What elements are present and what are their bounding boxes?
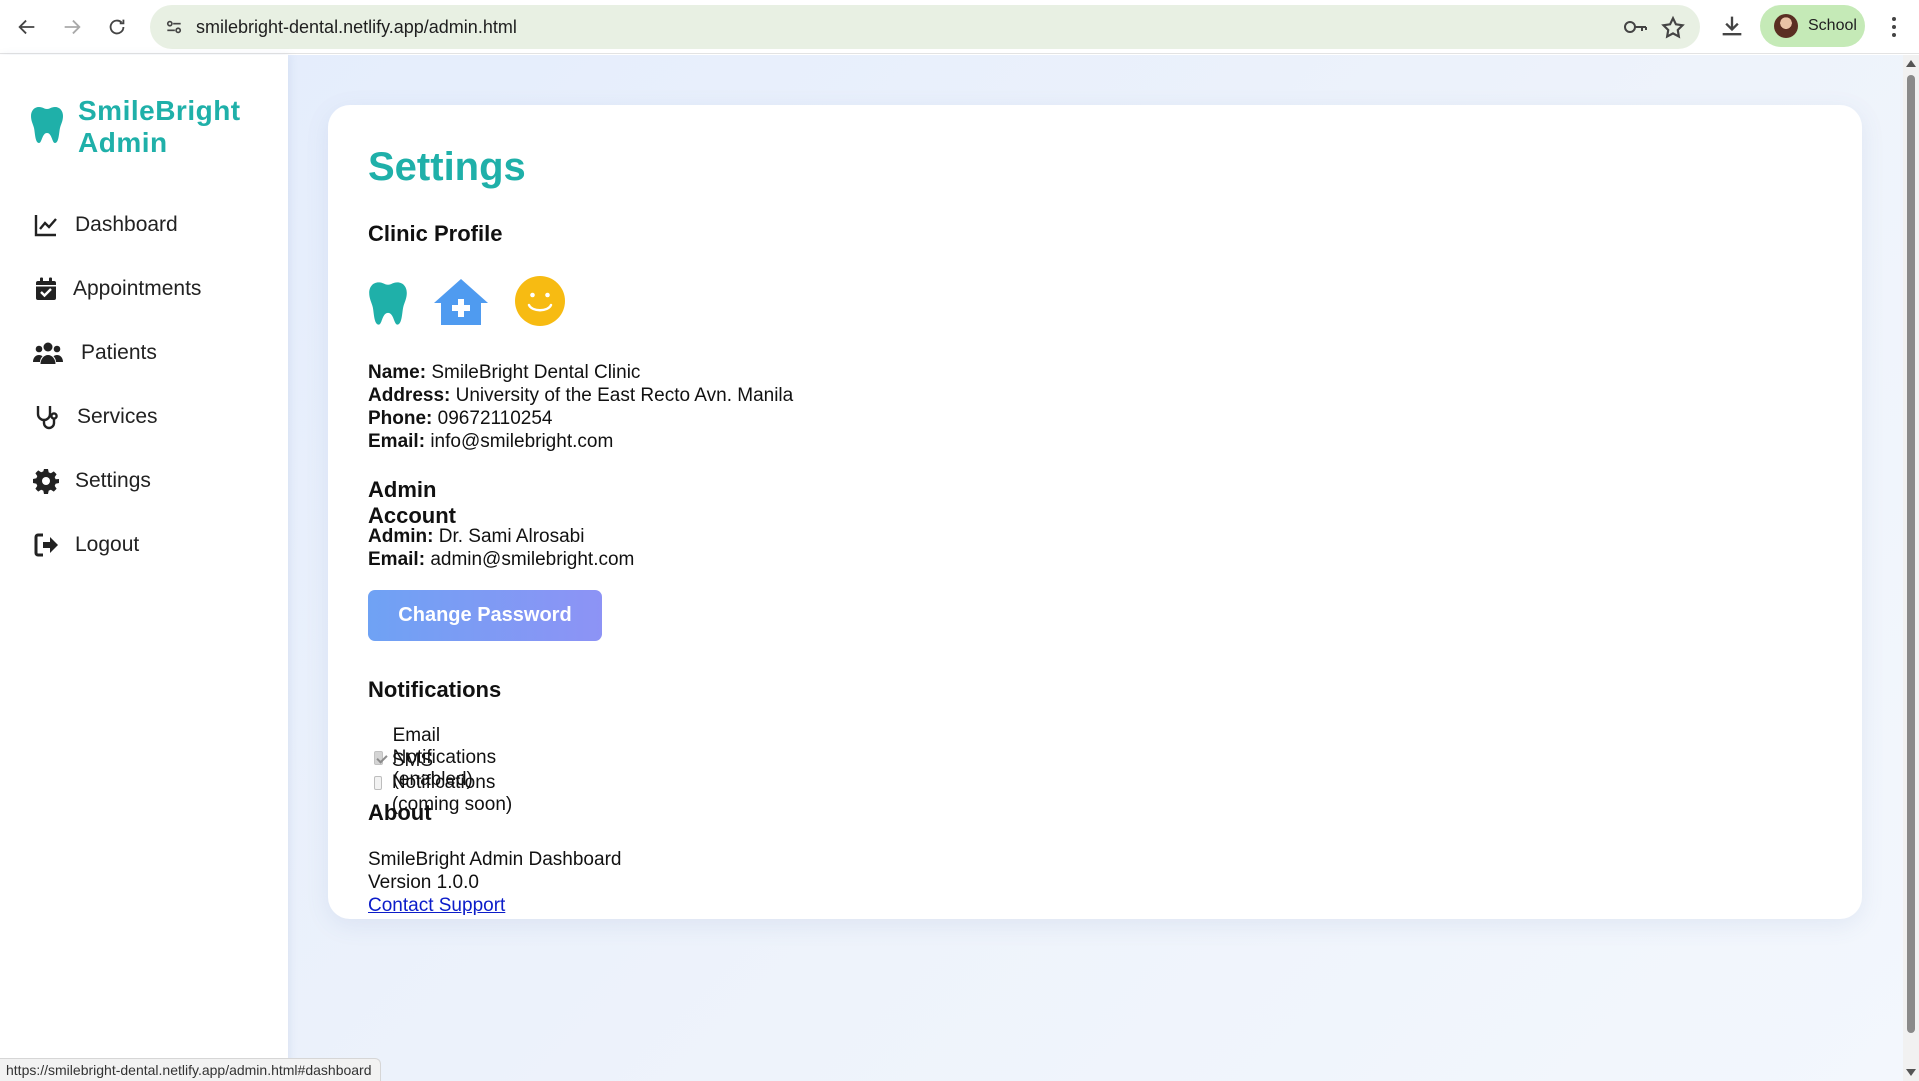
contact-support-link[interactable]: Contact Support [368, 894, 505, 917]
profile-button[interactable]: School [1760, 5, 1865, 47]
smiley-icon [514, 275, 566, 332]
site-info-icon[interactable] [160, 13, 188, 41]
sidebar-item-settings[interactable]: Settings [33, 449, 201, 513]
clinic-phone-value: 09672110254 [437, 408, 553, 429]
password-key-icon[interactable] [1622, 15, 1648, 39]
stethoscope-icon [33, 404, 59, 430]
page-title: Settings [368, 145, 526, 189]
sidebar-item-services[interactable]: Services [33, 385, 201, 449]
admin-account-heading: Admin Account [368, 477, 456, 528]
address-bar[interactable]: smilebright-dental.netlify.app/admin.htm… [150, 5, 1700, 49]
sidebar-item-label: Settings [75, 469, 151, 492]
admin-name-value: Dr. Sami Alrosabi [438, 526, 585, 547]
avatar [1774, 14, 1798, 38]
admin-name-row: Admin: Dr. Sami Alrosabi [368, 525, 584, 548]
sidebar-item-label: Logout [75, 533, 140, 556]
download-icon[interactable] [1718, 12, 1746, 40]
scroll-up-arrow-icon[interactable] [1906, 60, 1916, 67]
sign-out-icon [33, 532, 59, 558]
clinic-email-value: info@smilebright.com [430, 431, 614, 452]
clinic-house-icon [432, 277, 490, 332]
change-password-button[interactable]: Change Password [368, 590, 602, 641]
clinic-address-label: Address: [368, 385, 451, 406]
scrollbar-thumb[interactable] [1907, 75, 1915, 1033]
settings-card: Settings Clinic Profile Name: SmileBrigh… [328, 105, 1862, 919]
sidebar-item-label: Services [77, 405, 158, 428]
clinic-phone-label: Phone: [368, 408, 433, 429]
forward-button[interactable] [53, 8, 91, 46]
sidebar: SmileBright Admin Dashboard Appointments… [0, 55, 288, 1081]
sidebar-item-dashboard[interactable]: Dashboard [33, 193, 201, 257]
profile-label: School [1808, 17, 1857, 34]
clinic-email-label: Email: [368, 431, 426, 452]
sidebar-item-label: Dashboard [75, 213, 178, 236]
notifications-heading: Notifications [368, 677, 502, 702]
about-heading: About [368, 800, 432, 825]
gear-icon [33, 468, 59, 494]
chart-line-icon [33, 212, 59, 238]
brand: SmileBright Admin [30, 95, 258, 159]
about-version: Version 1.0.0 [368, 872, 479, 893]
sidebar-item-label: Patients [81, 341, 157, 364]
tooth-icon [368, 280, 408, 332]
arrow-left-icon [18, 19, 35, 35]
reload-icon [109, 19, 125, 35]
clinic-address-value: University of the East Recto Avn. Manila [455, 385, 794, 406]
clinic-name-row: Name: SmileBright Dental Clinic [368, 361, 640, 384]
sms-notifications-checkbox[interactable] [374, 776, 382, 790]
clinic-name-value: SmileBright Dental Clinic [431, 362, 641, 383]
arrow-right-icon [64, 19, 81, 35]
brand-title: SmileBright Admin [78, 95, 241, 158]
scroll-down-arrow-icon[interactable] [1906, 1069, 1916, 1076]
sidebar-item-label: Appointments [73, 277, 202, 300]
page-background: SmileBright Admin Dashboard Appointments… [0, 55, 1903, 1081]
bookmark-star-icon[interactable] [1660, 15, 1686, 39]
sidebar-item-logout[interactable]: Logout [33, 513, 201, 577]
admin-email-value: admin@smilebright.com [430, 549, 635, 570]
clinic-profile-heading: Clinic Profile [368, 221, 503, 246]
clinic-address-row: Address: University of the East Recto Av… [368, 384, 793, 407]
calendar-check-icon [33, 276, 59, 302]
page-scrollbar[interactable] [1903, 55, 1919, 1081]
settings-content: Settings Clinic Profile Name: SmileBrigh… [368, 145, 793, 916]
admin-name-label: Admin: [368, 526, 434, 547]
reload-button[interactable] [98, 8, 136, 46]
clinic-profile-icons [368, 275, 566, 332]
admin-email-row: Email: admin@smilebright.com [368, 548, 634, 571]
clinic-name-label: Name: [368, 362, 427, 383]
sidebar-nav: Dashboard Appointments Patients Services [33, 193, 201, 577]
tooth-icon [30, 105, 64, 150]
sidebar-item-patients[interactable]: Patients [33, 321, 201, 385]
browser-toolbar: smilebright-dental.netlify.app/admin.htm… [0, 0, 1919, 54]
sidebar-item-appointments[interactable]: Appointments [33, 257, 201, 321]
back-button[interactable] [8, 8, 46, 46]
about-app-name: SmileBright Admin Dashboard [368, 849, 622, 870]
clinic-phone-row: Phone: 09672110254 [368, 407, 553, 430]
more-menu-icon[interactable] [1880, 12, 1908, 42]
status-bar-url: https://smilebright-dental.netlify.app/a… [0, 1058, 381, 1081]
url-text: smilebright-dental.netlify.app/admin.htm… [196, 17, 517, 37]
admin-email-label: Email: [368, 549, 426, 570]
users-icon [33, 340, 63, 366]
clinic-email-row: Email: info@smilebright.com [368, 430, 613, 453]
